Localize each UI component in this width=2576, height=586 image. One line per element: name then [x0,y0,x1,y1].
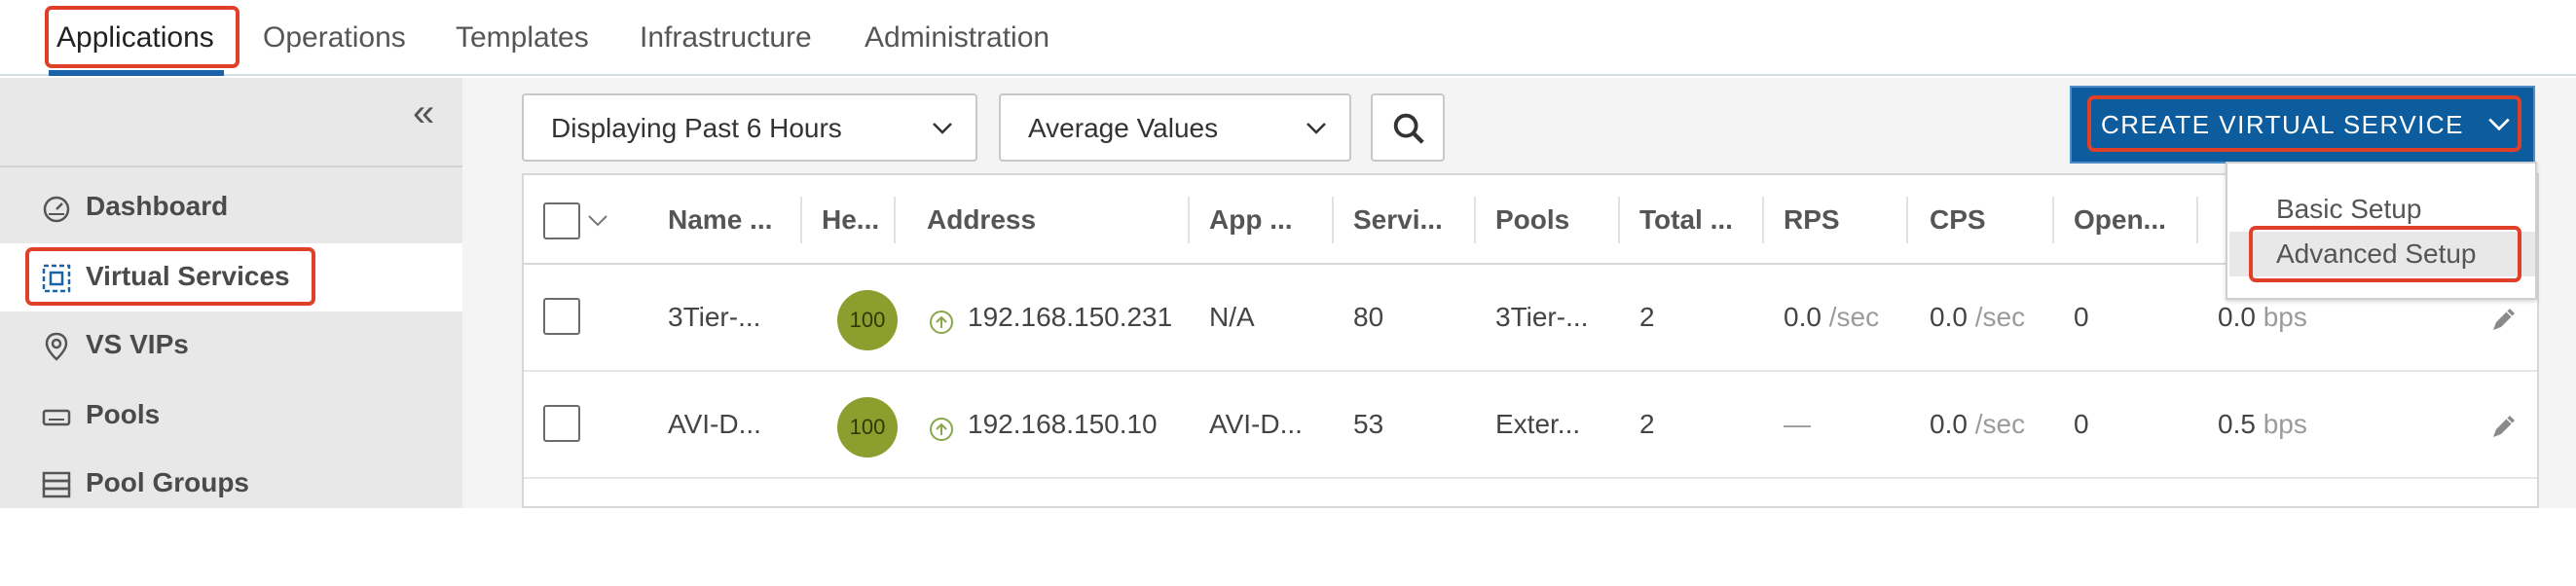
chevron-down-icon [933,123,952,134]
location-pin-icon [45,332,68,361]
search-button[interactable] [1371,93,1445,162]
column-divider [1474,197,1476,243]
cell-throughput: 0.5 bps [2218,409,2307,439]
cell-app: AVI-D... [1209,409,1303,439]
sidebar-item-vs-vips[interactable]: VS VIPs [0,311,462,380]
server-drive-icon [42,409,71,426]
time-range-select[interactable]: Displaying Past 6 Hours [522,93,977,162]
select-all-checkbox[interactable] [543,202,580,239]
row-checkbox[interactable] [543,298,580,335]
column-divider [1618,197,1620,243]
value-mode-value: Average Values [1028,113,1219,143]
sidebar-item-label: VS VIPs [86,329,189,359]
cell-total: 2 [1639,302,1655,332]
cell-service: 53 [1353,409,1384,439]
chevron-down-icon[interactable] [586,208,609,232]
column-header-service[interactable]: Servi... [1353,201,1443,239]
cell-app: N/A [1209,302,1255,332]
column-header-pools[interactable]: Pools [1495,201,1569,239]
column-header-cps[interactable]: CPS [1930,201,1986,239]
tab-operations[interactable]: Operations [263,18,406,58]
tab-templates[interactable]: Templates [456,18,589,58]
cell-address: 192.168.150.231 [968,302,1173,332]
cell-open: 0 [2074,302,2089,332]
health-score-badge[interactable]: 100 [837,290,898,350]
column-divider [2052,197,2054,243]
pencil-icon[interactable] [2488,411,2520,442]
cell-throughput: 0.0 bps [2218,302,2307,332]
column-divider [800,197,802,243]
value-mode-select[interactable]: Average Values [999,93,1351,162]
cell-pools[interactable]: 3Tier-... [1495,298,1588,337]
speedometer-icon [43,196,70,223]
highlight-box-create-button [2087,95,2521,152]
stacked-servers-icon [42,471,71,498]
search-icon [1393,113,1424,144]
cell-name[interactable]: 3Tier-... [668,298,760,337]
cell-pools[interactable]: Exter... [1495,405,1580,444]
status-up-icon [930,311,953,334]
cell-cps: 0.0 /sec [1930,409,2026,439]
column-divider [2196,197,2198,243]
highlight-box-virtual-services [25,247,315,306]
menu-item-label: Basic Setup [2276,194,2422,224]
active-tab-indicator [49,70,224,76]
column-header-open-connections[interactable]: Open... [2074,201,2166,239]
tab-infrastructure[interactable]: Infrastructure [640,18,812,58]
column-header-name[interactable]: Name ... [668,201,772,239]
sidebar-item-label: Pool Groups [86,467,249,497]
cell-address: 192.168.150.10 [968,409,1158,439]
sidebar-item-dashboard[interactable]: Dashboard [0,173,462,241]
health-score-badge[interactable]: 100 [837,397,898,458]
top-navigation: Applications Operations Templates Infras… [0,0,2576,76]
table-row[interactable]: AVI-D... 100 192.168.150.10 AVI-D... 53 … [524,372,2537,479]
highlight-box-advanced-setup [2249,226,2521,282]
sidebar-item-pools[interactable]: Pools [0,382,462,450]
cell-rps: 0.0 /sec [1784,302,1880,332]
chevron-down-icon [1306,123,1326,134]
column-divider [1906,197,1908,243]
column-header-address[interactable]: Address [927,201,1036,239]
cell-service: 80 [1353,302,1384,332]
highlight-box-applications [45,6,239,68]
status-up-icon [930,418,953,441]
column-divider [1762,197,1764,243]
column-header-app[interactable]: App ... [1209,201,1293,239]
cell-open: 0 [2074,409,2089,439]
column-header-total[interactable]: Total ... [1639,201,1733,239]
table-row[interactable] [524,479,2537,586]
cell-cps: 0.0 /sec [1930,302,2026,332]
column-divider [1332,197,1334,243]
pencil-icon[interactable] [2488,304,2520,335]
column-divider [894,197,896,243]
cell-name[interactable]: AVI-D... [668,405,761,444]
time-range-value: Displaying Past 6 Hours [551,113,842,143]
double-chevron-left-icon[interactable]: « [413,93,434,132]
tab-administration[interactable]: Administration [865,18,1049,58]
column-divider [1188,197,1190,243]
cell-rps: — [1784,409,1811,439]
row-checkbox[interactable] [543,405,580,442]
sidebar-item-label: Dashboard [86,191,229,221]
sidebar-divider [0,165,462,167]
column-header-rps[interactable]: RPS [1784,201,1840,239]
cell-total: 2 [1639,409,1655,439]
column-header-health[interactable]: He... [822,201,879,239]
sidebar-item-label: Pools [86,399,161,429]
